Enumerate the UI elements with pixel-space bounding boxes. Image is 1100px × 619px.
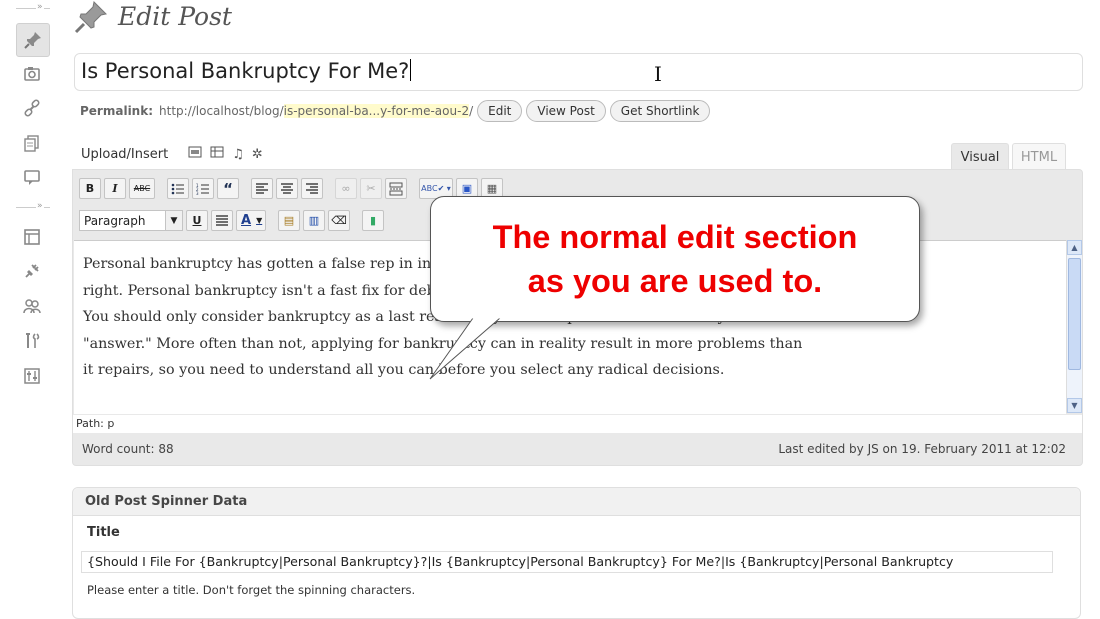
- text-color-label: A: [241, 213, 252, 228]
- unlink-icon[interactable]: ✂: [360, 178, 382, 199]
- insert-link-icon[interactable]: ∞: [335, 178, 357, 199]
- media-menu-icon[interactable]: [16, 58, 48, 90]
- chevron-down-icon: ▼: [165, 211, 182, 230]
- old-post-spinner-box: Old Post Spinner Data Title {Should I Fi…: [72, 487, 1081, 619]
- annotation-callout: The normal edit section as you are used …: [430, 196, 920, 322]
- links-menu-icon[interactable]: [16, 92, 48, 124]
- upload-insert-row: Upload/Insert ♫ ✲: [81, 146, 263, 162]
- text-caret: [410, 59, 412, 81]
- tools-menu-icon[interactable]: [16, 325, 48, 357]
- spinner-title-label: Title: [87, 525, 120, 540]
- edit-permalink-button[interactable]: Edit: [477, 100, 523, 122]
- chevron-down-icon: ▼: [256, 216, 263, 225]
- strikethrough-button[interactable]: ABC: [129, 178, 155, 199]
- format-select[interactable]: Paragraph ▼: [79, 210, 183, 231]
- align-right-button[interactable]: [301, 178, 323, 199]
- appearance-menu-icon[interactable]: [16, 221, 48, 253]
- page-title: Edit Post: [118, 2, 232, 31]
- numbered-list-button[interactable]: 123: [192, 178, 214, 199]
- permalink-row: Permalink: http://localhost/blog/is-pers…: [80, 100, 711, 122]
- callout-line-1: The normal edit section: [492, 219, 858, 255]
- more-tag-icon[interactable]: [385, 178, 407, 199]
- posts-menu-icon[interactable]: [16, 23, 50, 57]
- editor-toolbar-row-2: Paragraph ▼ U A ▼ ▤ ▥ ⌫ ▮: [79, 210, 384, 231]
- scroll-thumb[interactable]: [1068, 258, 1081, 370]
- format-select-value: Paragraph: [84, 213, 146, 228]
- insert-media-icon[interactable]: ▮: [362, 210, 384, 231]
- add-video-icon[interactable]: [210, 146, 224, 162]
- add-media-icon[interactable]: ✲: [252, 147, 263, 162]
- view-post-button[interactable]: View Post: [526, 100, 606, 122]
- comments-menu-icon[interactable]: [16, 162, 48, 194]
- tab-html[interactable]: HTML: [1012, 143, 1066, 170]
- upload-insert-label: Upload/Insert: [81, 146, 169, 162]
- scroll-down-icon[interactable]: ▼: [1067, 398, 1082, 413]
- admin-side-menu: » »: [16, 0, 50, 611]
- tab-visual[interactable]: Visual: [951, 143, 1009, 170]
- svg-text:3: 3: [196, 191, 199, 195]
- permalink-label: Permalink:: [80, 104, 154, 118]
- pages-menu-icon[interactable]: [16, 127, 48, 159]
- scroll-up-icon[interactable]: ▲: [1067, 240, 1082, 255]
- edit-post-pin-icon: [74, 0, 108, 41]
- editor-status-bar: Word count: 88 Last edited by JS on 19. …: [73, 433, 1082, 465]
- get-shortlink-button[interactable]: Get Shortlink: [609, 100, 711, 122]
- editor-path: Path: p: [73, 415, 1082, 433]
- settings-menu-icon[interactable]: [16, 360, 48, 392]
- post-title-input[interactable]: Is Personal Bankruptcy For Me?: [74, 53, 1083, 91]
- callout-tail: [429, 317, 502, 380]
- last-edited: Last edited by JS on 19. February 2011 a…: [778, 442, 1066, 456]
- blockquote-button[interactable]: “: [217, 178, 239, 199]
- permalink-base-url: http://localhost/blog/: [159, 104, 284, 118]
- plugins-menu-icon[interactable]: [16, 255, 48, 287]
- text-color-button[interactable]: A ▼: [236, 210, 266, 231]
- remove-format-icon[interactable]: ⌫: [328, 210, 350, 231]
- ibeam-cursor-icon: I: [654, 62, 662, 86]
- menu-separator[interactable]: »: [16, 201, 50, 212]
- menu-separator[interactable]: »: [16, 2, 50, 13]
- permalink-slug[interactable]: is-personal-ba...y-for-me-aou-2: [283, 104, 470, 118]
- spinner-title-input[interactable]: {Should I File For {Bankruptcy|Personal …: [81, 551, 1053, 573]
- align-left-button[interactable]: [251, 178, 273, 199]
- add-audio-icon[interactable]: ♫: [232, 147, 244, 162]
- users-menu-icon[interactable]: [16, 290, 48, 322]
- word-count: Word count: 88: [82, 442, 174, 456]
- callout-line-2: as you are used to.: [527, 263, 823, 299]
- spinner-box-header[interactable]: Old Post Spinner Data: [73, 488, 1080, 516]
- add-image-icon[interactable]: [188, 146, 202, 162]
- bold-button[interactable]: B: [79, 178, 101, 199]
- justify-button[interactable]: [211, 210, 233, 231]
- paste-word-icon[interactable]: ▥: [303, 210, 325, 231]
- bullet-list-button[interactable]: [167, 178, 189, 199]
- italic-button[interactable]: I: [104, 178, 126, 199]
- align-center-button[interactable]: [276, 178, 298, 199]
- underline-button[interactable]: U: [186, 210, 208, 231]
- post-title-text: Is Personal Bankruptcy For Me?: [81, 59, 410, 83]
- paste-text-icon[interactable]: ▤: [278, 210, 300, 231]
- spinner-help-text: Please enter a title. Don't forget the s…: [87, 583, 416, 597]
- permalink-trail: /: [469, 104, 474, 118]
- editor-scrollbar[interactable]: ▲ ▼: [1066, 240, 1082, 413]
